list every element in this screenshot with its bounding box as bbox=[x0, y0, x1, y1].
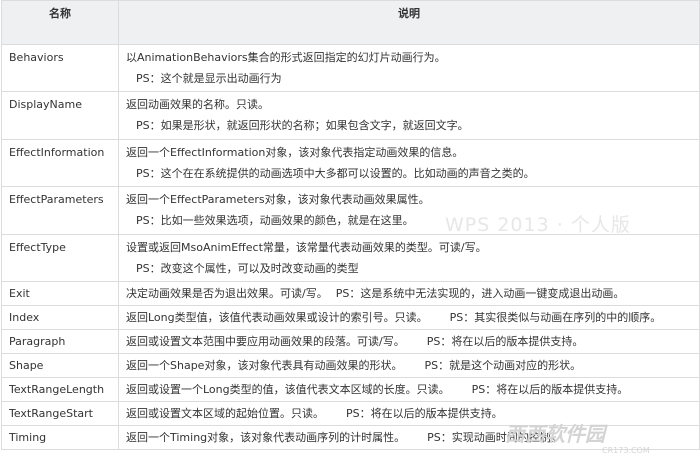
property-note: PS：改变这个属性，可以及时改变动画的类型 bbox=[136, 262, 359, 275]
property-note: PS：比如一些效果选项，动画效果的颜色，就是在这里。 bbox=[136, 214, 414, 227]
property-description: 设置或返回MsoAnimEffect常量，该常量代表动画效果的类型。可读/写。 bbox=[126, 241, 487, 254]
property-note: PS：这个就是显示出动画行为 bbox=[136, 72, 282, 85]
property-name: EffectType bbox=[9, 241, 66, 254]
table-header-row: 名称 说明 bbox=[1, 0, 700, 45]
table-row: EffectInformation 返回一个EffectInformation对… bbox=[1, 139, 700, 187]
property-description: 返回Long类型值，该值代表动画效果或设计的索引号。只读。 bbox=[126, 311, 428, 324]
table-row: Behaviors 以AnimationBehaviors集合的形式返回指定的幻… bbox=[1, 44, 700, 92]
property-description: 返回动画效果的名称。只读。 bbox=[126, 98, 269, 111]
property-description: 返回或设置一个Long类型的值，该值代表文本区域的长度。只读。 bbox=[126, 383, 450, 396]
table-row: TextRangeStart 返回或设置文本区域的起始位置。只读。 PS：将在以后… bbox=[1, 401, 700, 426]
property-note: PS：这个在在系统提供的动画选项中大多都可以设置的。比如动画的声音之类的。 bbox=[136, 167, 535, 180]
property-note: PS：如果是形状，就返回形状的名称；如果包含文字，就返回文字。 bbox=[136, 119, 469, 132]
property-description: 返回一个EffectParameters对象，该对象代表动画效果属性。 bbox=[126, 193, 430, 206]
property-description: 返回一个EffectInformation对象，该对象代表指定动画效果的信息。 bbox=[126, 146, 464, 159]
property-name: Index bbox=[9, 311, 40, 324]
table-row: TextRangeLength 返回或设置一个Long类型的值，该值代表文本区域… bbox=[1, 377, 700, 402]
property-description: 返回或设置文本区域的起始位置。只读。 bbox=[126, 407, 324, 420]
properties-table: 名称 说明 Behaviors 以AnimationBehaviors集合的形式… bbox=[1, 0, 700, 450]
table-row: DisplayName 返回动画效果的名称。只读。 PS：如果是形状，就返回形状… bbox=[1, 91, 700, 140]
header-name: 名称 bbox=[1, 0, 119, 45]
property-note: PS：实现动画时间的控制。 bbox=[427, 431, 562, 444]
property-description: 以AnimationBehaviors集合的形式返回指定的幻灯片动画行为。 bbox=[126, 51, 446, 64]
property-description: 返回或设置文本范围中要应用动画效果的段落。可读/写。 bbox=[126, 335, 405, 348]
table-row: Exit 决定动画效果是否为退出效果。可读/写。 PS：这是系统中无法实现的，进入… bbox=[1, 281, 700, 306]
property-description: 返回一个Shape对象，该对象代表具有动画效果的形状。 bbox=[126, 359, 403, 372]
property-description: 返回一个Timing对象，该对象代表动画序列的计时属性。 bbox=[126, 431, 406, 444]
table-row: Paragraph 返回或设置文本范围中要应用动画效果的段落。可读/写。 PS：将… bbox=[1, 329, 700, 354]
property-note: PS：这是系统中无法实现的，进入动画一键变成退出动画。 bbox=[335, 287, 625, 300]
property-name: TextRangeStart bbox=[9, 407, 93, 420]
property-name: Paragraph bbox=[9, 335, 66, 348]
header-description: 说明 bbox=[118, 0, 700, 45]
table-row: EffectParameters 返回一个EffectParameters对象，… bbox=[1, 186, 700, 235]
property-note: PS：将在以后的版本提供支持。 bbox=[426, 335, 584, 348]
property-name: Timing bbox=[9, 431, 47, 444]
table-row: Index 返回Long类型值，该值代表动画效果或设计的索引号。只读。 PS：其实… bbox=[1, 305, 700, 330]
property-name: Behaviors bbox=[9, 51, 64, 64]
property-name: DisplayName bbox=[9, 98, 82, 111]
property-note: PS：将在以后的版本提供支持。 bbox=[346, 407, 503, 420]
property-note: PS：将在以后的版本提供支持。 bbox=[471, 383, 629, 396]
property-note: PS：其实很类似与动画在序列的中的顺序。 bbox=[449, 311, 662, 324]
property-description: 决定动画效果是否为退出效果。可读/写。 bbox=[126, 287, 328, 300]
property-name: EffectParameters bbox=[9, 193, 104, 206]
property-note: PS：就是这个动画对应的形状。 bbox=[424, 359, 582, 372]
table-row: EffectType 设置或返回MsoAnimEffect常量，该常量代表动画效… bbox=[1, 234, 700, 282]
property-name: TextRangeLength bbox=[9, 383, 105, 396]
property-name: EffectInformation bbox=[9, 146, 105, 159]
table-row: Shape 返回一个Shape对象，该对象代表具有动画效果的形状。 PS：就是这个… bbox=[1, 353, 700, 378]
property-name: Shape bbox=[9, 359, 44, 372]
property-name: Exit bbox=[9, 287, 30, 300]
table-row: Timing 返回一个Timing对象，该对象代表动画序列的计时属性。 PS：实现… bbox=[1, 425, 700, 450]
